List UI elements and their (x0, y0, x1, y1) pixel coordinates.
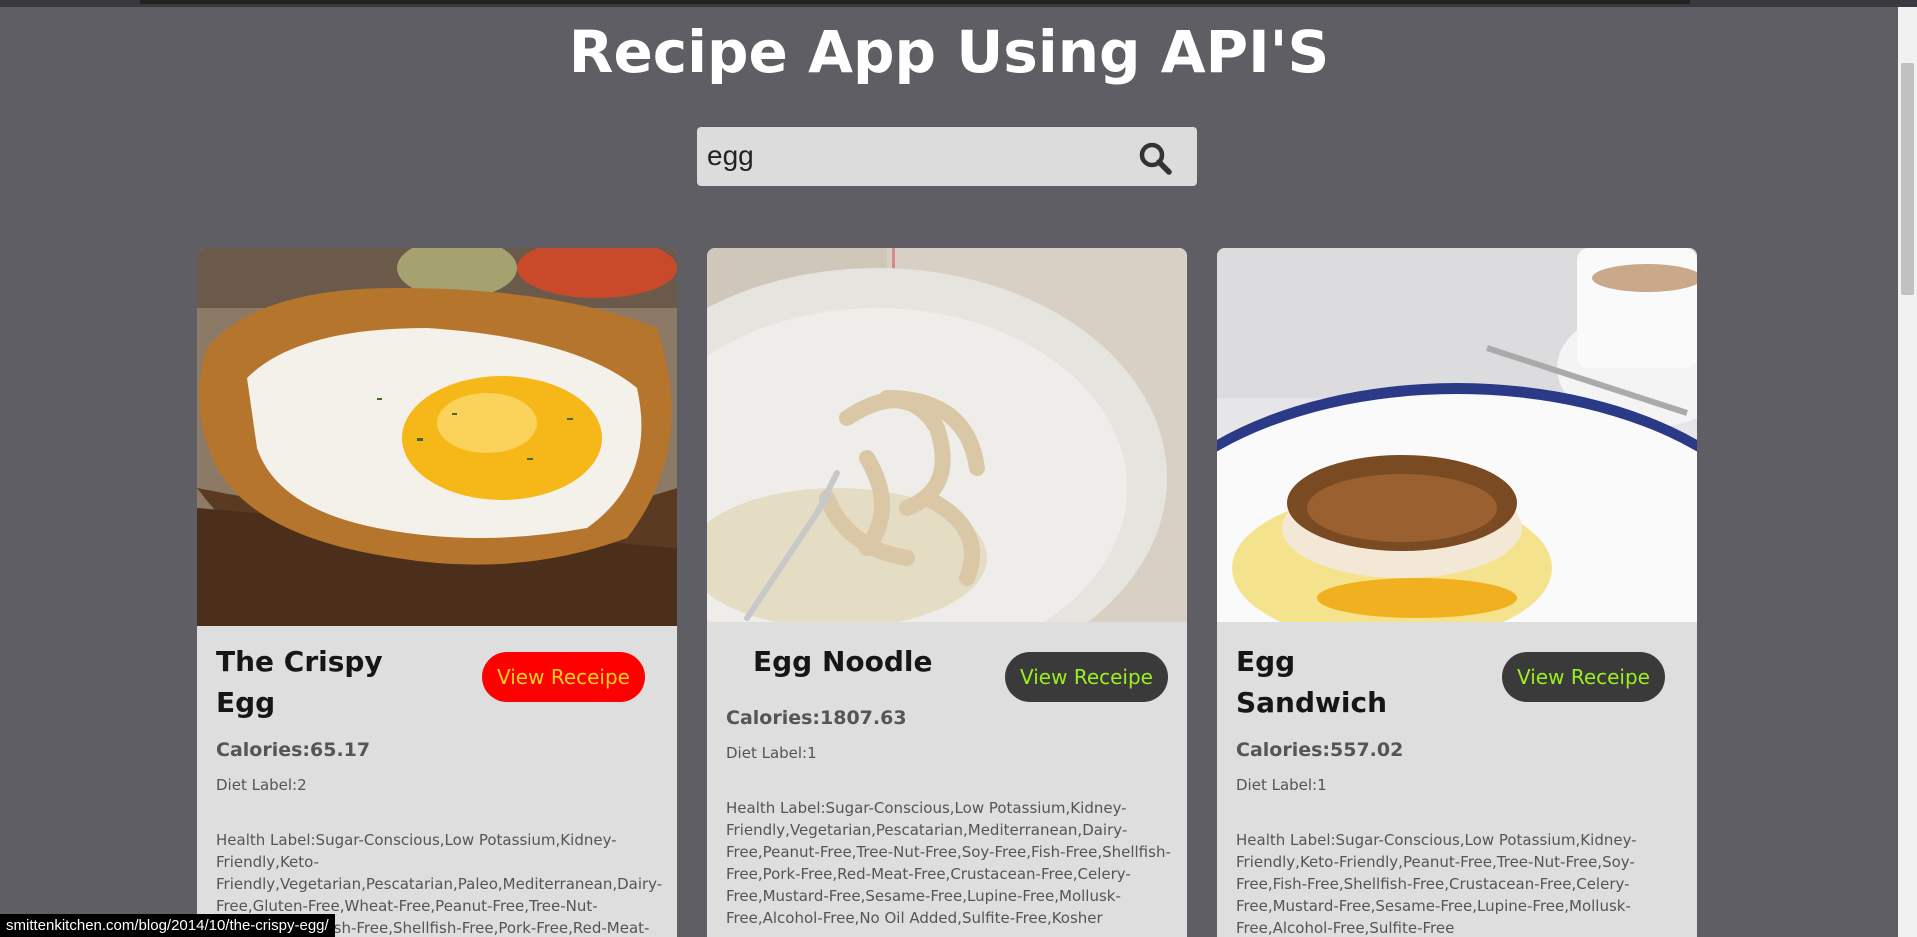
egg-sandwich-image (1217, 248, 1697, 622)
egg-noodle-image (707, 248, 1187, 622)
search-button[interactable] (1137, 140, 1173, 176)
recipe-image[interactable] (1217, 248, 1697, 622)
recipe-card: The Crispy Egg View Receipe Calories:65.… (197, 248, 677, 937)
browser-top-bar (0, 0, 1917, 7)
recipe-diet-label: Diet Label:1 (726, 744, 817, 762)
view-recipe-button[interactable]: View Receipe (482, 652, 645, 702)
browser-address-strip (140, 0, 1690, 4)
recipe-calories: Calories:557.02 (1236, 739, 1404, 761)
recipe-title: Egg Noodle (753, 645, 933, 678)
scrollbar-thumb[interactable] (1901, 63, 1914, 295)
recipe-image[interactable] (707, 248, 1187, 622)
recipe-health-label: Health Label:Sugar-Conscious,Low Potassi… (1236, 831, 1637, 937)
recipe-diet-label: Diet Label:2 (216, 776, 307, 794)
recipe-calories: Calories:65.17 (216, 739, 371, 761)
recipe-calories: Calories:1807.63 (726, 707, 907, 729)
status-bar-url: smittenkitchen.com/blog/2014/10/the-cris… (0, 914, 335, 937)
recipe-title: The Crispy Egg (216, 645, 383, 719)
recipe-card: Egg Sandwich View Receipe Calories:557.0… (1217, 248, 1697, 937)
view-recipe-button[interactable]: View Receipe (1502, 652, 1665, 702)
recipe-image[interactable] (197, 248, 677, 626)
page-title: Recipe App Using API'S (568, 18, 1330, 86)
search-box (697, 127, 1197, 186)
recipe-card: Egg Noodle View Receipe Calories:1807.63… (707, 248, 1187, 937)
search-icon (1139, 142, 1172, 175)
recipe-diet-label: Diet Label:1 (1236, 776, 1327, 794)
view-recipe-button[interactable]: View Receipe (1005, 652, 1168, 702)
vertical-scrollbar[interactable] (1898, 7, 1917, 937)
recipe-health-label: Health Label:Sugar-Conscious,Low Potassi… (726, 799, 1171, 927)
crispy-egg-image (197, 248, 677, 626)
search-input[interactable] (707, 133, 1107, 179)
recipe-title: Egg Sandwich (1236, 645, 1388, 719)
